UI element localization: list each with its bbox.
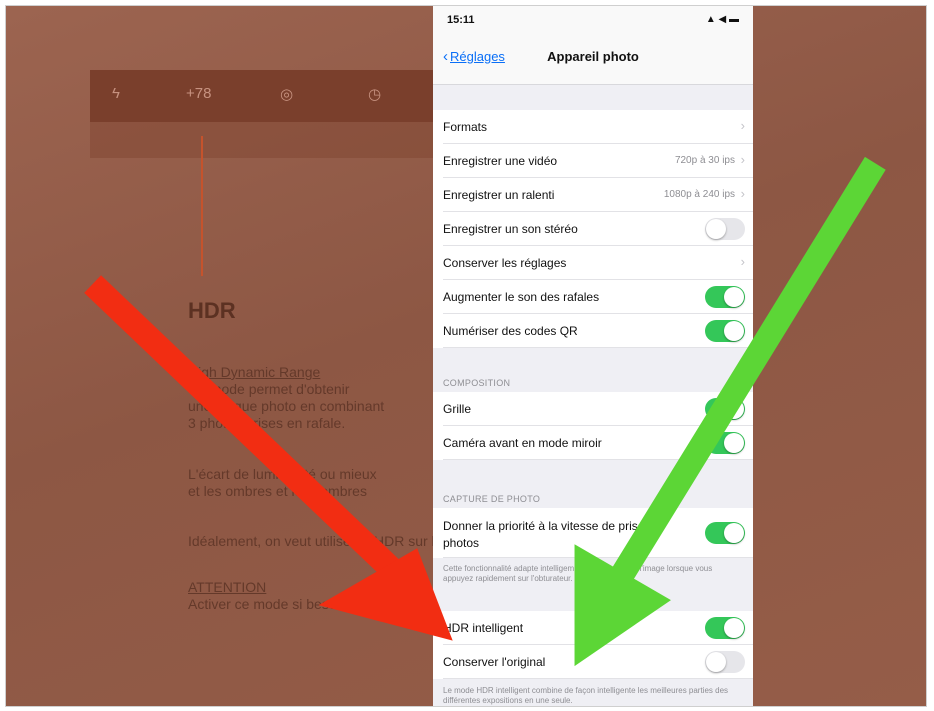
settings-row-burst-sound: Augmenter le son des rafales xyxy=(433,280,753,314)
toggle-knob xyxy=(724,287,744,307)
grid-toggle[interactable] xyxy=(705,398,745,420)
row-label: Augmenter le son des rafales xyxy=(443,290,600,304)
row-label: Enregistrer un ralenti xyxy=(443,188,555,202)
row-label: Formats xyxy=(443,120,488,134)
hdr-text-line: ATTENTION xyxy=(188,579,267,595)
settings-row-smart-hdr: HDR intelligent xyxy=(433,611,753,645)
settings-row-preserve-settings[interactable]: Conserver les réglages › xyxy=(433,246,753,280)
screenshot-frame: ϟ +78 ◎ ◷ HDR High Dynamic Range Ce mode… xyxy=(6,6,926,706)
row-label: Conserver les réglages xyxy=(443,256,567,270)
hdr-text-line: et les ombres et les sombres xyxy=(188,483,367,499)
settings-row-keep-original: Conserver l'original xyxy=(433,645,753,679)
camera-toolbar: ϟ +78 ◎ ◷ xyxy=(90,70,450,122)
hdr-text-line: Ce mode permet d'obtenir xyxy=(188,381,350,397)
chevron-right-icon: › xyxy=(740,186,745,201)
timer-icon[interactable]: ◷ xyxy=(368,85,381,103)
toggle-knob xyxy=(724,618,744,638)
toggle-knob xyxy=(706,219,726,239)
status-icons: ▲ ◀ ▬ xyxy=(705,14,739,25)
guide-line xyxy=(201,136,203,276)
row-label: Caméra avant en mode miroir xyxy=(443,436,602,450)
hdr-text-line: Activer ce mode si besoin xyxy=(188,596,348,612)
flash-icon[interactable]: ϟ xyxy=(112,85,120,102)
row-label: Enregistrer un son stéréo xyxy=(443,222,578,236)
section-header-composition: COMPOSITION xyxy=(443,378,511,388)
row-value: 720p à 30 ips xyxy=(674,155,735,166)
hdr-heading: HDR xyxy=(188,298,236,323)
section-header-photo-capture: CAPTURE DE PHOTO xyxy=(443,494,541,504)
faster-shooting-footnote: Cette fonctionnalité adapte intelligemme… xyxy=(443,564,713,583)
live-photo-icon[interactable]: ◎ xyxy=(280,85,293,103)
page-title: Appareil photo xyxy=(547,49,639,64)
status-bar: 15:11 ▲ ◀ ▬ xyxy=(433,6,753,32)
row-label: Grille xyxy=(443,402,472,416)
smart-hdr-footnote: Le mode HDR intelligent combine de façon… xyxy=(443,686,729,705)
row-label: Conserver l'original xyxy=(443,655,546,669)
hdr-text-line: 3 photos prises en rafale. xyxy=(188,415,346,431)
toolbar-shadow xyxy=(90,122,450,158)
scan-qr-toggle[interactable] xyxy=(705,320,745,342)
row-label: HDR intelligent xyxy=(443,621,524,635)
status-time: 15:11 xyxy=(447,14,475,26)
settings-row-grid: Grille xyxy=(433,392,753,426)
faster-shooting-toggle[interactable] xyxy=(705,522,745,544)
chevron-right-icon: › xyxy=(740,152,745,167)
toggle-knob xyxy=(724,433,744,453)
settings-row-record-slomo[interactable]: Enregistrer un ralenti 1080p à 240 ips › xyxy=(433,178,753,212)
row-label: Enregistrer une vidéo xyxy=(443,154,558,168)
hdr-text-line: L'écart de luminosité ou mieux xyxy=(188,466,377,482)
row-value: 1080p à 240 ips xyxy=(663,189,735,200)
row-label: Numériser des codes QR xyxy=(443,324,578,338)
keep-original-toggle[interactable] xyxy=(705,651,745,673)
smart-hdr-toggle[interactable] xyxy=(705,617,745,639)
toggle-knob xyxy=(706,652,726,672)
toggle-knob xyxy=(724,523,744,543)
burst-sound-toggle[interactable] xyxy=(705,286,745,308)
chevron-right-icon: › xyxy=(740,254,745,269)
stereo-audio-toggle[interactable] xyxy=(705,218,745,240)
chevron-right-icon: › xyxy=(740,118,745,133)
exposure-value[interactable]: +78 xyxy=(186,85,211,102)
toggle-knob xyxy=(724,399,744,419)
toggle-knob xyxy=(724,321,744,341)
settings-row-record-video[interactable]: Enregistrer une vidéo 720p à 30 ips › xyxy=(433,144,753,178)
settings-row-faster-shooting: Donner la priorité à la vitesse de prise… xyxy=(433,508,753,558)
hdr-text-line: une unique photo en combinant xyxy=(188,398,385,414)
row-label: Donner la priorité à la vitesse de prise… xyxy=(443,519,662,550)
settings-row-scan-qr: Numériser des codes QR xyxy=(433,314,753,348)
settings-row-formats[interactable]: Formats › xyxy=(433,110,753,144)
hdr-text-line: High Dynamic Range xyxy=(188,364,321,380)
settings-row-stereo-audio: Enregistrer un son stéréo xyxy=(433,212,753,246)
navigation-bar: ‹ Réglages Appareil photo xyxy=(433,32,753,85)
settings-row-mirror-front: Caméra avant en mode miroir xyxy=(433,426,753,460)
phone-settings-screen: 15:11 ▲ ◀ ▬ ‹ Réglages Appareil photo For… xyxy=(433,6,753,706)
mirror-front-toggle[interactable] xyxy=(705,432,745,454)
